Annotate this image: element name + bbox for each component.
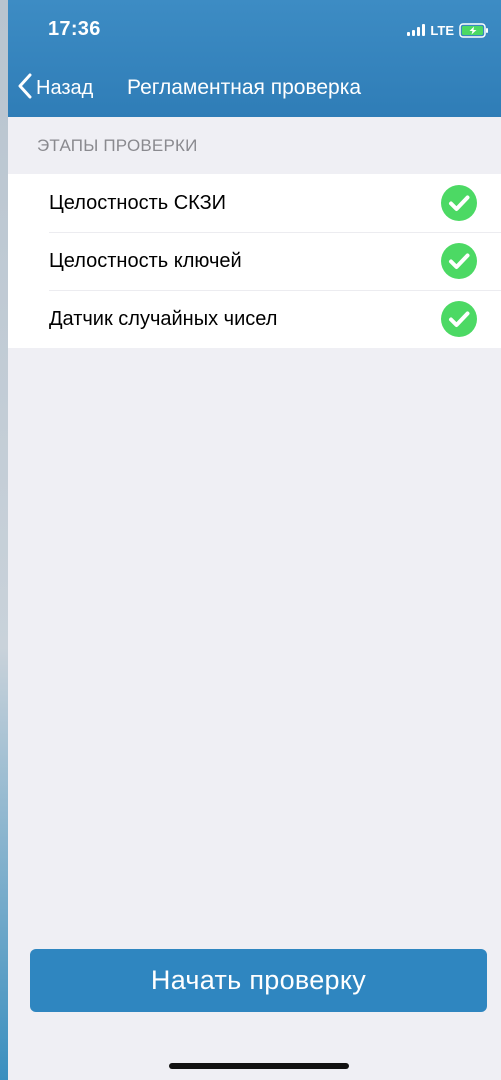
check-circle-icon [441,301,477,337]
section-header: ЭТАПЫ ПРОВЕРКИ [37,136,198,155]
back-label: Назад [36,76,94,99]
status-time: 17:36 [48,18,101,40]
checks-list: Целостность СКЗИ Целостность ключей Датч… [8,174,501,348]
list-item-label: Целостность СКЗИ [49,191,227,214]
status-bar: 17:36 LTE [8,0,501,60]
signal-icon [407,24,426,36]
check-circle-icon [441,243,477,279]
navigation-bar: Назад Регламентная проверка [8,62,501,114]
list-item-skzi-integrity: Целостность СКЗИ [8,174,501,232]
back-button[interactable]: Назад [18,72,93,104]
start-check-button[interactable]: Начать проверку [30,949,487,1012]
status-indicators: LTE [407,22,489,38]
list-item-label: Целостность ключей [49,249,242,272]
list-item-random-generator: Датчик случайных чисел [8,290,501,348]
list-item-label: Датчик случайных чисел [49,307,278,330]
window-edge [0,0,8,1080]
home-indicator[interactable] [169,1063,349,1069]
battery-charging-icon [459,22,489,38]
list-item-keys-integrity: Целостность ключей [8,232,501,290]
chevron-left-icon [18,73,32,104]
page-title: Регламентная проверка [127,76,362,99]
header: 17:36 LTE Назад Регламентная проверка [8,0,501,117]
check-circle-icon [441,185,477,221]
network-type: LTE [430,22,454,38]
app-screen: 17:36 LTE Назад Регламентная проверка ЭТ… [8,0,501,1080]
